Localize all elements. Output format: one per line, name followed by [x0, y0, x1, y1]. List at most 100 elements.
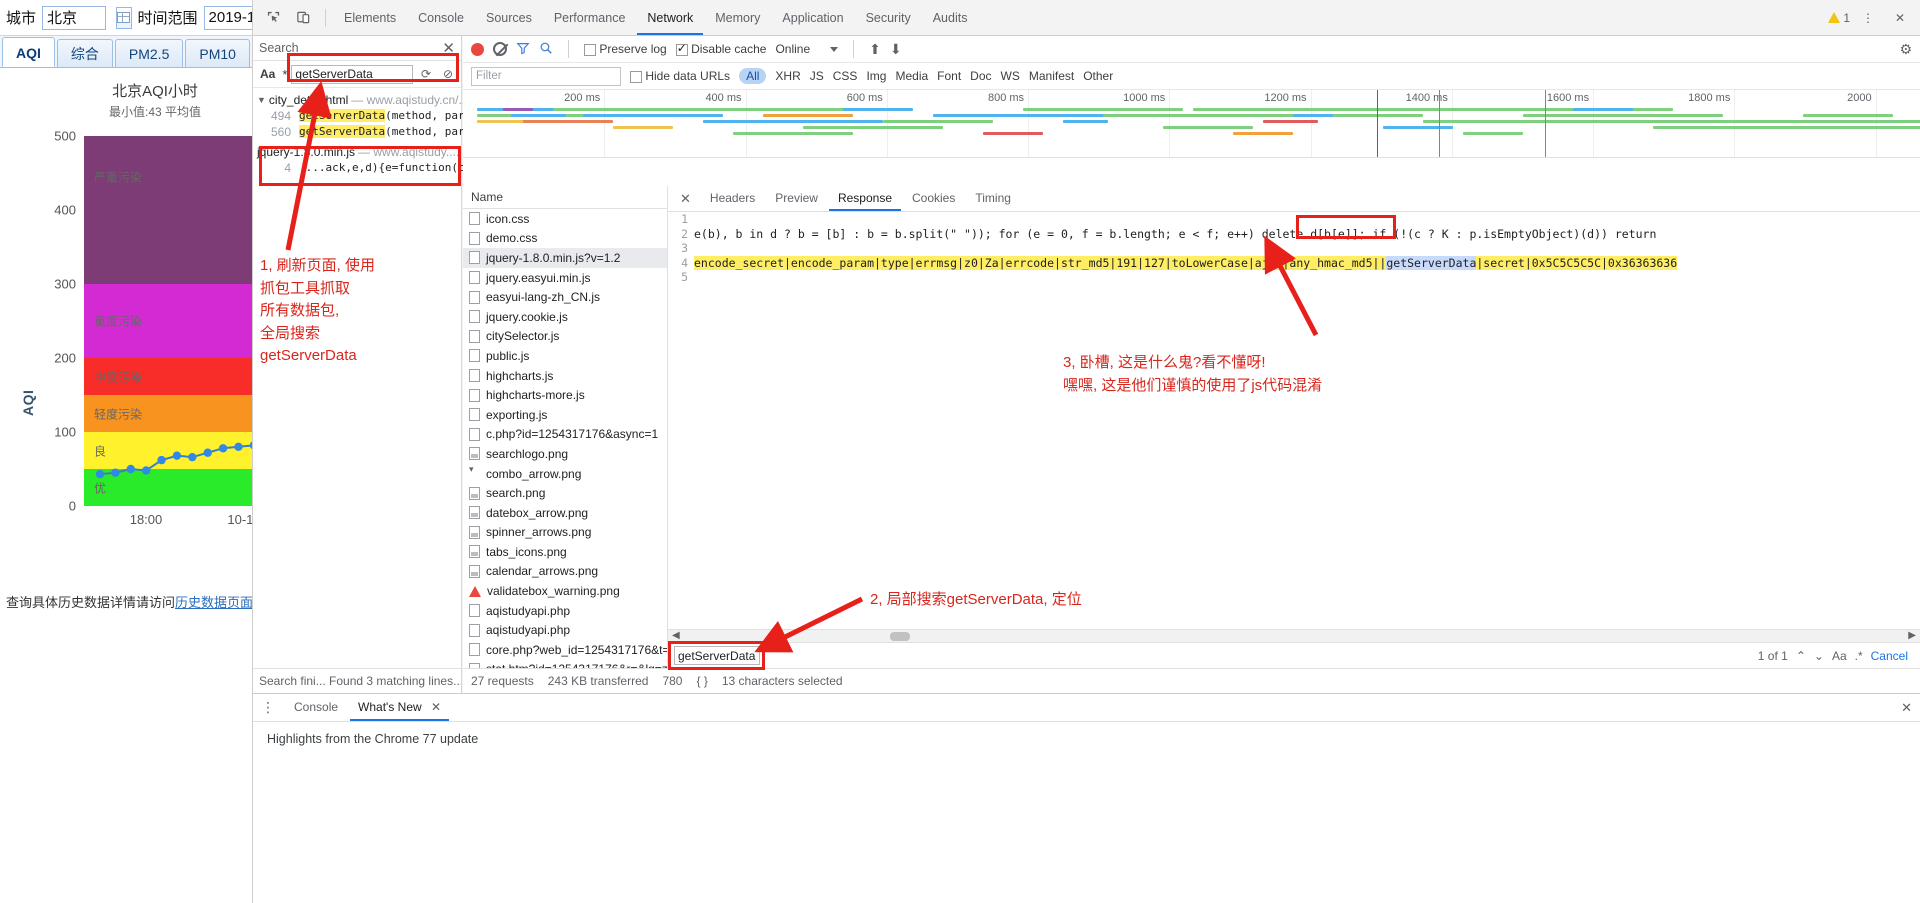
request-row[interactable]: exporting.js	[463, 405, 667, 425]
filter-type-all[interactable]: All	[739, 68, 767, 84]
request-row[interactable]: jquery-1.8.0.min.js?v=1.2	[463, 248, 667, 268]
record-icon[interactable]	[471, 42, 484, 56]
preserve-log-checkbox[interactable]: Preserve log	[584, 42, 667, 56]
search-result-line[interactable]: 560 getServerData(method, param, ...	[253, 124, 511, 140]
cancel-button[interactable]: Cancel	[1871, 649, 1914, 663]
drawer-tab-console[interactable]: Console	[286, 694, 346, 721]
more-options-icon[interactable]: ⋮	[261, 699, 282, 716]
gear-icon[interactable]: ⚙	[1899, 41, 1912, 58]
tab-pm25[interactable]: PM2.5	[114, 39, 184, 67]
search-result-line[interactable]: 4 ....ack,e,d){e=function(c){return(c...	[253, 160, 550, 176]
filter-type-media[interactable]: Media	[895, 69, 928, 83]
filter-input[interactable]: Filter	[471, 66, 621, 86]
request-row[interactable]: citySelector.js	[463, 327, 667, 347]
devtools-tab-console[interactable]: Console	[408, 1, 474, 35]
close-icon[interactable]: ✕	[431, 700, 441, 714]
find-input[interactable]: getServerData	[674, 646, 760, 665]
detail-tab-timing[interactable]: Timing	[966, 186, 1020, 211]
devtools-tab-performance[interactable]: Performance	[544, 1, 636, 35]
inspect-icon[interactable]	[259, 5, 287, 31]
filter-type-img[interactable]: Img	[866, 69, 886, 83]
request-row[interactable]: aqistudyapi.php	[463, 620, 667, 640]
export-har-icon[interactable]: ⬇	[890, 41, 902, 58]
requests-list[interactable]: icon.css demo.css jquery-1.8.0.min.js?v=1.…	[463, 209, 667, 699]
request-row[interactable]: validatebox_warning.png	[463, 581, 667, 601]
request-row[interactable]: tabs_icons.png	[463, 542, 667, 562]
filter-type-manifest[interactable]: Manifest	[1029, 69, 1074, 83]
search-result-file[interactable]: jquery-1.8.0.min.js — www.aqistudy....	[253, 144, 461, 160]
tab-comprehensive[interactable]: 综合	[56, 39, 113, 67]
refresh-icon[interactable]: ⟳	[417, 67, 435, 81]
pretty-print-icon[interactable]: { }	[696, 674, 707, 688]
request-row[interactable]: easyui-lang-zh_CN.js	[463, 287, 667, 307]
more-options-icon[interactable]: ⋮	[1854, 5, 1882, 31]
detail-tab-cookies[interactable]: Cookies	[903, 186, 964, 211]
match-case-toggle[interactable]: Aa	[257, 67, 278, 81]
clear-icon[interactable]: ⊘	[439, 67, 457, 81]
chevron-up-icon[interactable]: ⌃	[1796, 649, 1806, 663]
search-input[interactable]: getServerData	[291, 64, 413, 84]
devtools-tab-network[interactable]: Network	[637, 1, 704, 35]
drawer-close-icon[interactable]: ✕	[1901, 700, 1912, 716]
devtools-tab-application[interactable]: Application	[772, 1, 853, 35]
chevron-down-icon[interactable]: ⌄	[1814, 649, 1824, 663]
detail-tab-response[interactable]: Response	[828, 186, 901, 211]
scroll-right-icon[interactable]: ▶	[1908, 630, 1916, 641]
request-row[interactable]: highcharts-more.js	[463, 385, 667, 405]
throttling-select[interactable]: Online	[775, 42, 839, 56]
history-data-link[interactable]: 历史数据页面	[175, 595, 253, 610]
devtools-tab-elements[interactable]: Elements	[334, 1, 406, 35]
filter-icon[interactable]	[516, 41, 530, 58]
search-panel-close-icon[interactable]: ✕	[442, 39, 455, 57]
disable-cache-checkbox[interactable]: Disable cache	[675, 41, 766, 56]
request-row[interactable]: demo.css	[463, 229, 667, 249]
import-har-icon[interactable]: ⬆	[869, 41, 881, 58]
request-row[interactable]: jquery.cookie.js	[463, 307, 667, 327]
request-row[interactable]: search.png	[463, 483, 667, 503]
request-row[interactable]: datebox_arrow.png	[463, 503, 667, 523]
hide-data-urls-checkbox[interactable]: Hide data URLs	[630, 69, 730, 83]
clear-icon[interactable]	[493, 42, 507, 56]
request-row[interactable]: calendar_arrows.png	[463, 562, 667, 582]
request-row[interactable]: combo_arrow.png	[463, 464, 667, 484]
tab-pm10[interactable]: PM10	[185, 39, 250, 67]
regex-toggle[interactable]: *	[282, 67, 287, 82]
filter-type-ws[interactable]: WS	[1001, 69, 1020, 83]
drawer-tab-whats-new[interactable]: What's New ✕	[350, 694, 450, 721]
find-regex-toggle[interactable]: .*	[1855, 649, 1863, 663]
chevron-down-icon[interactable]: ▼	[257, 95, 266, 105]
search-result-file[interactable]: ▼ city_detail.html — www.aqistudy.cn/...	[253, 92, 468, 108]
network-timeline-overview[interactable]: 200 ms 400 ms 600 ms 800 ms 1000 ms 1200 ms 14…	[463, 90, 1920, 158]
warning-badge[interactable]: 1	[1828, 11, 1850, 25]
request-row[interactable]: searchlogo.png	[463, 444, 667, 464]
filter-type-other[interactable]: Other	[1083, 69, 1113, 83]
scroll-left-icon[interactable]: ◀	[672, 630, 680, 641]
find-match-case-toggle[interactable]: Aa	[1832, 649, 1847, 663]
horizontal-scrollbar[interactable]: ◀ ▶	[668, 629, 1920, 642]
devtools-tab-audits[interactable]: Audits	[923, 1, 978, 35]
detail-tab-preview[interactable]: Preview	[766, 186, 827, 211]
filter-type-xhr[interactable]: XHR	[775, 69, 800, 83]
close-icon[interactable]: ✕	[1886, 5, 1914, 31]
detail-close-icon[interactable]: ✕	[672, 191, 699, 207]
request-row[interactable]: spinner_arrows.png	[463, 523, 667, 543]
scrollbar-thumb[interactable]	[890, 632, 910, 641]
request-row[interactable]: c.php?id=1254317176&async=1	[463, 425, 667, 445]
request-row[interactable]: aqistudyapi.php	[463, 601, 667, 621]
devtools-tab-sources[interactable]: Sources	[476, 1, 542, 35]
devtools-tab-memory[interactable]: Memory	[705, 1, 770, 35]
response-code-viewer[interactable]: 1 2 e(b), b in d ? b = [b] : b = b.split("…	[668, 212, 1920, 622]
filter-type-font[interactable]: Font	[937, 69, 961, 83]
request-row[interactable]: icon.css	[463, 209, 667, 229]
devtools-tab-security[interactable]: Security	[856, 1, 921, 35]
city-picker-button[interactable]	[116, 6, 132, 29]
filter-type-css[interactable]: CSS	[833, 69, 858, 83]
filter-type-js[interactable]: JS	[810, 69, 824, 83]
filter-type-doc[interactable]: Doc	[970, 69, 991, 83]
city-input[interactable]: 北京	[42, 5, 107, 30]
device-toolbar-icon[interactable]	[289, 5, 317, 31]
detail-tab-headers[interactable]: Headers	[701, 186, 764, 211]
search-icon[interactable]	[539, 41, 553, 58]
request-row[interactable]: public.js	[463, 346, 667, 366]
request-row[interactable]: jquery.easyui.min.js	[463, 268, 667, 288]
